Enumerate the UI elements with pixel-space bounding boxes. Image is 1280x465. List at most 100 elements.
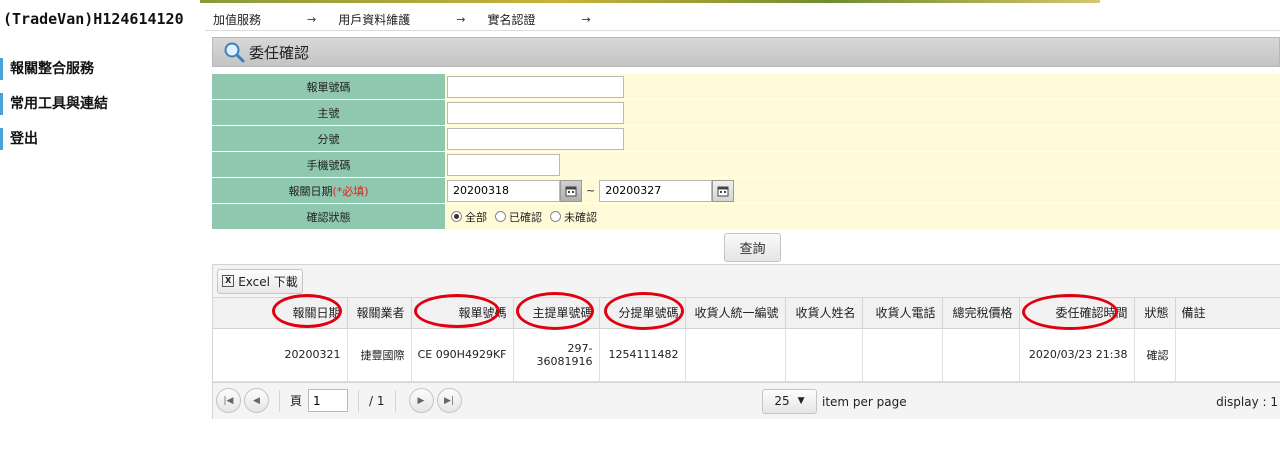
field-label: 手機號碼 [212,152,445,178]
cell-broker: 捷豐國際 [347,328,412,382]
date-range-separator: ~ [586,184,596,197]
radio-label: 全部 [465,210,487,224]
grid-toolbar: X Excel 下載 [213,265,1280,298]
cell-master-bl: 297-36081916 [513,328,600,382]
excel-download-label: Excel 下載 [238,274,298,289]
field-label: 報關日期 (*必填) [212,178,445,204]
arrow-right-icon: → [581,12,591,26]
date-label: 報關日期 [288,184,333,198]
total-pages: / 1 [369,393,385,408]
calendar-icon[interactable] [712,179,735,202]
page-number-input[interactable] [308,389,349,412]
sidebar-item-customs-service[interactable]: 報關整合服務 [0,58,200,80]
breadcrumb-divider [205,30,1280,31]
radio-dot[interactable] [550,211,561,222]
field-label: 確認狀態 [212,204,445,230]
per-page-label: item per page [822,394,907,409]
radio-dot[interactable] [495,211,506,222]
status-radio-all[interactable]: 全部 [451,209,487,225]
column-header[interactable]: 委任確認時間 [1019,298,1135,329]
cell-total-value [942,328,1020,382]
date-to-input[interactable] [599,179,713,202]
form-row-house-no: 分號 [212,126,1280,152]
panel-header: 委任確認 [212,37,1280,67]
top-banner-strip [200,0,1100,3]
page-label: 頁 [290,394,303,408]
form-row-master-no: 主號 [212,100,1280,126]
sidebar-item-logout[interactable]: 登出 [0,128,200,150]
form-row-status: 確認狀態 全部 已確認 未確認 [212,204,1280,230]
house-no-input[interactable] [447,127,624,150]
cell-consignee-phone [862,328,943,382]
master-no-input[interactable] [447,101,624,124]
form-row-declaration-no: 報單號碼 [212,74,1280,100]
pager-divider [279,389,280,412]
column-header[interactable]: 收貨人姓名 [785,298,863,329]
cell-confirm-time: 2020/03/23 21:38 [1019,328,1135,382]
breadcrumb: 加值服務 → 用戶資料維護 → 實名認證 → [213,10,613,28]
cell-declaration-date: 20200321 [213,328,348,382]
cell-consignee-name [785,328,863,382]
field-label: 主號 [212,100,445,126]
first-page-icon[interactable]: |◀ [216,388,241,413]
breadcrumb-item[interactable]: 用戶資料維護 [338,11,410,28]
pager: |◀ ◀ 頁 / 1 ▶ ▶| 25 ▼ item per page displ… [213,381,1280,419]
radio-label: 已確認 [509,210,542,224]
search-form: 報單號碼 主號 分號 手機號碼 報關日期(*必填) ~ [212,74,1280,230]
page-title: 委任確認 [249,43,310,62]
pager-divider [358,389,360,412]
chevron-down-icon: ▼ [797,396,805,406]
per-page-select[interactable]: 25 ▼ [762,388,817,414]
column-header[interactable]: 報關業者 [347,298,412,329]
column-header[interactable]: 收貨人電話 [862,298,943,329]
table-header-row: 報關日期 報關業者 報單號碼 主提單號碼 分提單號碼 收貨人統一編號 收貨人姓名… [213,298,1280,329]
pager-divider [394,389,396,412]
breadcrumb-item[interactable]: 加值服務 [213,11,261,28]
excel-download-button[interactable]: X Excel 下載 [217,268,303,294]
cell-consignee-id [685,328,786,382]
sidebar: 報關整合服務 常用工具與連結 登出 [0,58,200,163]
column-header[interactable]: 主提單號碼 [513,298,600,329]
status-radio-unconfirmed[interactable]: 未確認 [550,209,597,225]
form-row-mobile: 手機號碼 [212,152,1280,178]
mobile-input[interactable] [447,153,560,176]
user-id: (TradeVan)H124614120 [3,10,184,28]
breadcrumb-item[interactable]: 實名認證 [487,11,535,28]
sidebar-item-tools-links[interactable]: 常用工具與連結 [0,93,200,115]
last-page-icon[interactable]: ▶| [436,388,462,413]
date-from-input[interactable] [447,179,560,202]
excel-icon: X [222,275,235,287]
radio-dot[interactable] [451,211,462,222]
radio-label: 未確認 [564,210,597,224]
column-header[interactable]: 狀態 [1134,298,1176,329]
search-bar: 查詢 [212,232,1280,264]
cell-status: 確認 [1134,328,1176,382]
arrow-right-icon: → [307,12,317,26]
search-button[interactable]: 查詢 [724,233,781,262]
magnifier-icon [223,41,245,63]
arrow-right-icon: → [456,12,466,26]
cell-remark [1175,328,1280,382]
display-count: display : 1 [1216,394,1278,409]
status-radio-confirmed[interactable]: 已確認 [495,209,542,225]
table-row[interactable]: 20200321 捷豐國際 CE 090H4929KF 297-36081916… [213,328,1280,382]
column-header[interactable]: 分提單號碼 [599,298,686,329]
declaration-no-input[interactable] [447,75,624,98]
prev-page-icon[interactable]: ◀ [244,388,269,413]
column-header[interactable]: 總完稅價格 [942,298,1020,329]
column-header[interactable]: 報單號碼 [411,298,514,329]
cell-declaration-no: CE 090H4929KF [411,328,514,382]
cell-house-bl: 1254111482 [599,328,686,382]
field-label: 分號 [212,126,445,152]
results-grid: X Excel 下載 報關日期 報關業者 報單號碼 主提單號碼 分提單號碼 收貨… [212,264,1280,419]
required-mark: (*必填) [332,184,369,198]
per-page-value: 25 [774,394,790,408]
calendar-icon[interactable] [560,179,582,202]
column-header[interactable]: 收貨人統一編號 [685,298,786,329]
results-table: 報關日期 報關業者 報單號碼 主提單號碼 分提單號碼 收貨人統一編號 收貨人姓名… [213,298,1280,382]
form-row-date: 報關日期(*必填) ~ [212,178,1280,204]
next-page-icon[interactable]: ▶ [408,388,434,413]
field-label: 報單號碼 [212,74,445,100]
column-header[interactable]: 報關日期 [213,298,348,329]
column-header[interactable]: 備註 [1175,298,1280,329]
